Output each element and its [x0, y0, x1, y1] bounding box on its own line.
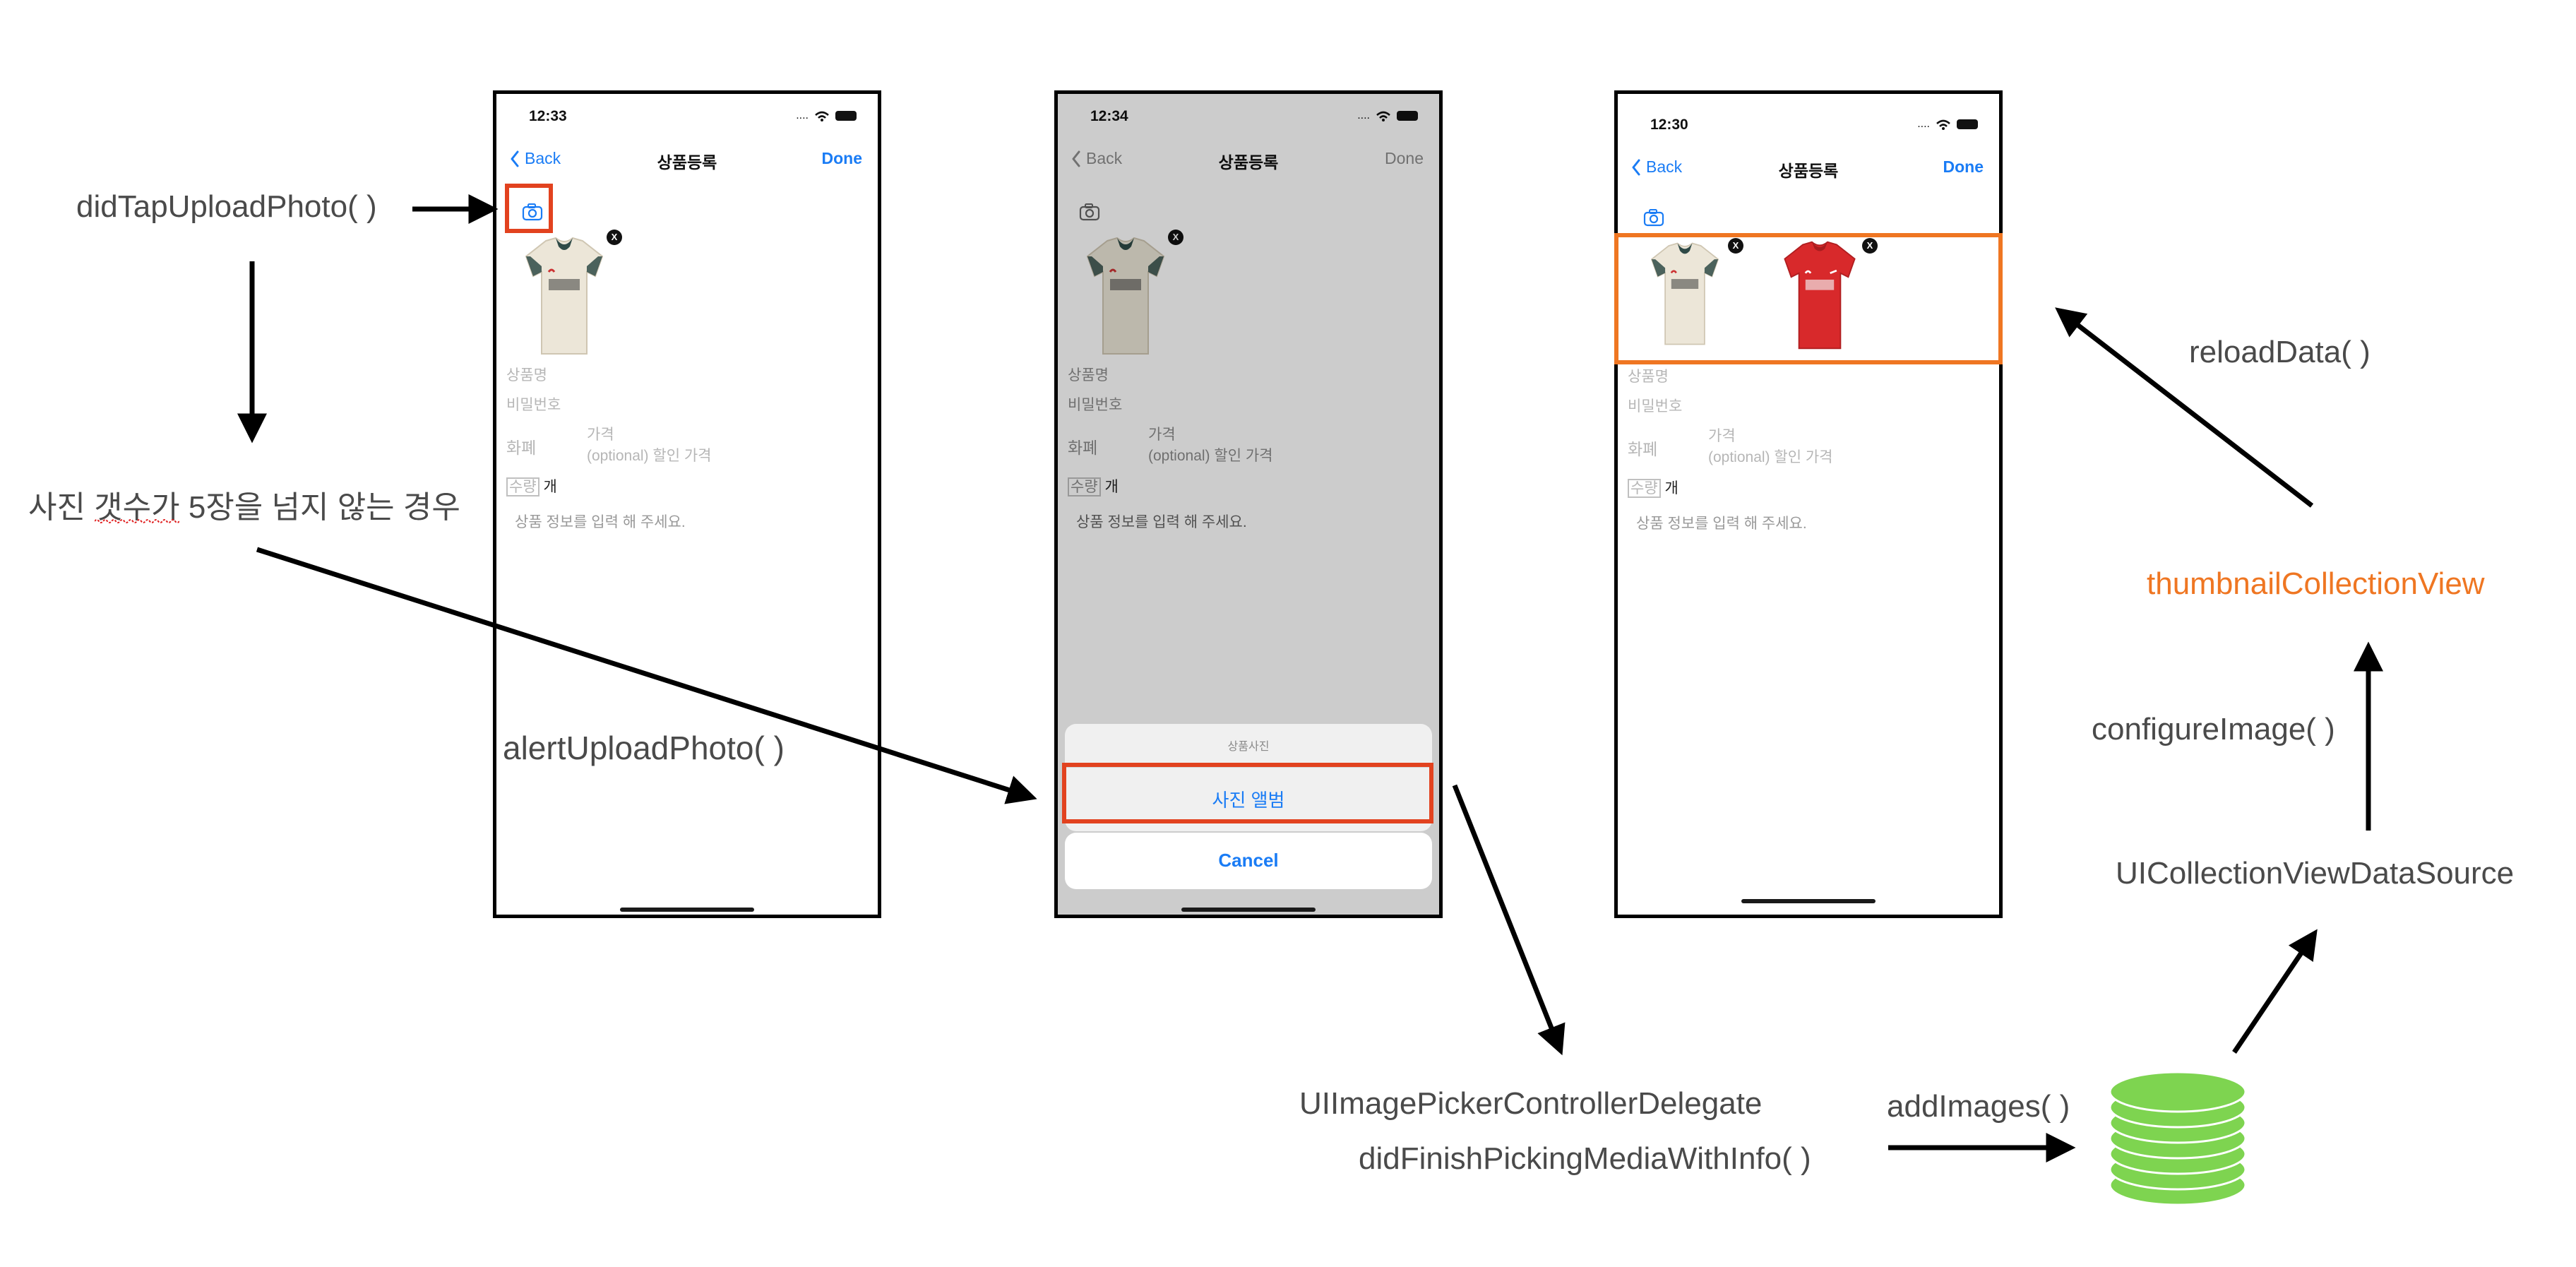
configure-image-label: configureImage( ) — [2092, 712, 2335, 746]
arrow-database-to-datasource — [2232, 929, 2318, 1054]
alert-upload-photo-label: alertUploadPhoto( ) — [503, 730, 785, 766]
thumbnail-collection-view-label: thumbnailCollectionView — [2147, 566, 2485, 601]
add-images-label: addImages( ) — [1887, 1089, 2070, 1124]
spellcheck-underline — [95, 519, 179, 523]
did-tap-upload-photo-label: didTapUploadPhoto( ) — [76, 189, 377, 224]
picker-delegate-label: UIImagePickerControllerDelegate — [1299, 1086, 1763, 1121]
did-finish-picking-label: didFinishPickingMediaWithInfo( ) — [1359, 1141, 1811, 1176]
condition-label: 사진 갯수가 5장을 넘지 않는 경우 — [28, 490, 460, 525]
data-source-label: UICollectionViewDataSource — [2116, 856, 2515, 891]
database-icon — [2109, 1071, 2247, 1206]
reload-data-label: reloadData( ) — [2189, 335, 2371, 369]
arrow-album-to-delegate — [1452, 784, 1566, 1056]
